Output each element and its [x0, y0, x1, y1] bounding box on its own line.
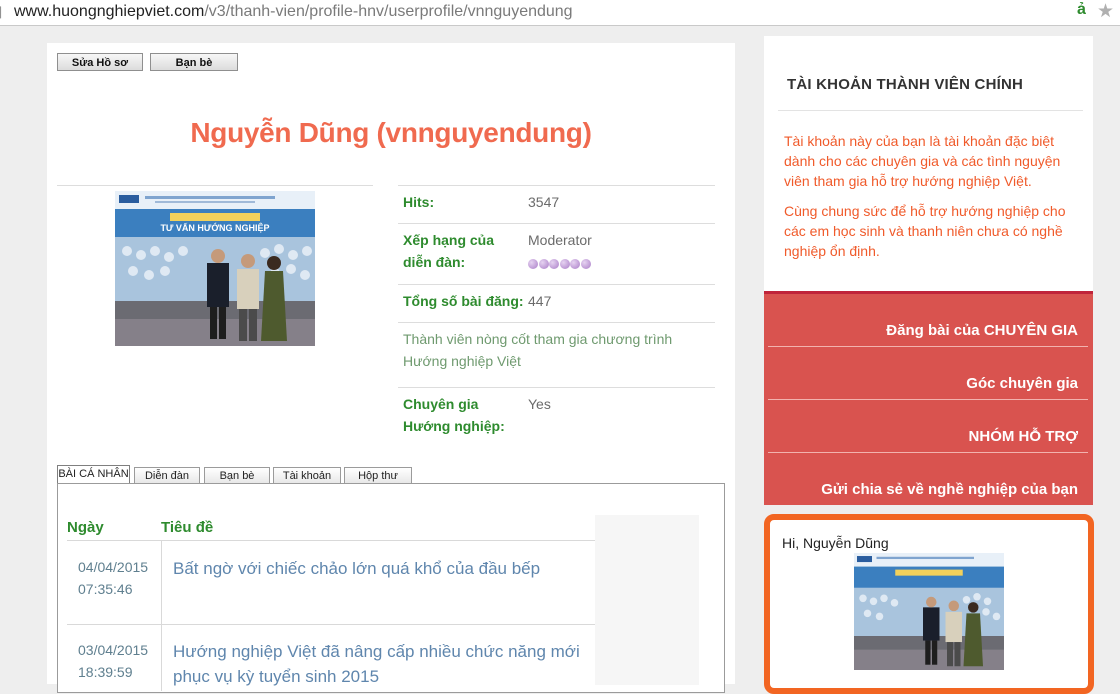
url-host: www.huongnghiepviet.com [14, 3, 205, 20]
divider [768, 346, 1088, 347]
post-title-link[interactable]: Bất ngờ với chiếc chảo lớn quá khổ của đ… [173, 556, 593, 581]
nav-expert-corner[interactable]: Góc chuyên gia [768, 375, 1088, 427]
rank-star-icon [580, 259, 591, 269]
info-row-description: Thành viên nòng cốt tham gia chương trìn… [398, 322, 715, 387]
divider [161, 541, 162, 691]
divider [67, 624, 595, 625]
nav-expert-posts[interactable]: Đăng bài của CHUYÊN GIA [768, 322, 1088, 374]
edit-profile-button[interactable]: Sửa Hồ sơ [57, 53, 143, 71]
tab-hop-thu[interactable]: Hộp thư [344, 467, 412, 483]
profile-panel: Sửa Hồ sơ Bạn bè Nguyễn Dũng (vnnguyendu… [47, 43, 735, 693]
rank-star-icon [549, 259, 559, 269]
posts-label: Tổng số bài đăng: [403, 293, 524, 309]
hits-value: 3547 [528, 194, 560, 210]
info-row-expert: Chuyên gia Hướng nghiệp: Yes [398, 387, 715, 448]
profile-info-table: Hits: 3547 Xếp hạng của diễn đàn: Modera… [398, 185, 715, 448]
nav-support-group[interactable]: NHÓM HỖ TRỢ [768, 428, 1088, 480]
column-header-title: Tiêu đề [161, 519, 214, 536]
divider [778, 110, 1083, 111]
profile-photo: TƯ VẤN HƯỚNG NGHIỆP [115, 191, 315, 346]
rank-star-icon [559, 259, 570, 269]
rank-label: Xếp hạng của diễn đàn: [403, 232, 495, 270]
photo-banner-text: TƯ VẤN HƯỚNG NGHIỆP [160, 222, 269, 233]
post-date: 04/04/2015 [78, 559, 149, 575]
sidebar-nav: Đăng bài của CHUYÊN GIA Góc chuyên gia N… [764, 291, 1093, 505]
member-account-box: TÀI KHOẢN THÀNH VIÊN CHÍNH Tài khoản này… [764, 36, 1093, 293]
info-row-posts: Tổng số bài đăng: 447 [398, 284, 715, 322]
rank-stars [528, 256, 591, 274]
info-row-rank: Xếp hạng của diễn đàn: Moderator [398, 223, 715, 284]
info-row-hits: Hits: 3547 [398, 185, 715, 223]
column-header-date: Ngày [67, 519, 104, 536]
url-path: /v3/thanh-vien/profile-hnv/userprofile/v… [204, 3, 573, 20]
hits-label: Hits: [403, 194, 435, 210]
sidebar-paragraph: Tài khoản này của bạn là tài khoản đặc b… [784, 133, 1061, 189]
expert-value: Yes [528, 396, 551, 412]
address-bar[interactable]: ⎸ www.huongnghiepviet.com/v3/thanh-vien/… [0, 0, 1120, 26]
expert-label: Chuyên gia Hướng nghiệp: [403, 396, 505, 434]
divider [768, 452, 1088, 453]
divider [768, 399, 1088, 400]
rank-star-icon [570, 259, 580, 269]
posts-value: 447 [528, 293, 552, 309]
url-text[interactable]: www.huongnghiepviet.com/v3/thanh-vien/pr… [14, 2, 573, 22]
member-description: Thành viên nòng cốt tham gia chương trìn… [403, 331, 673, 369]
user-avatar[interactable] [854, 553, 1004, 670]
divider [67, 540, 595, 541]
rank-star-icon [528, 259, 538, 269]
tab-tai-khoan[interactable]: Tài khoản [273, 467, 341, 483]
tab-dien-dan[interactable]: Diễn đàn [134, 467, 200, 483]
post-time: 18:39:59 [78, 664, 133, 680]
tab-ban-be[interactable]: Bạn bè [204, 467, 270, 483]
greeting-box: Hi, Nguyễn Dũng [764, 514, 1094, 694]
greeting-text: Hi, Nguyễn Dũng [782, 535, 889, 551]
tab-bai-ca-nhan[interactable]: BÀI CÁ NHÂN [57, 465, 130, 484]
friends-button[interactable]: Bạn bè [150, 53, 238, 71]
post-time: 07:35:46 [78, 581, 133, 597]
side-column [595, 515, 699, 685]
extension-icon[interactable]: ả [1077, 1, 1086, 19]
page-info-icon[interactable]: ⎸ [0, 5, 12, 19]
post-title-link[interactable]: Hướng nghiệp Việt đã nâng cấp nhiều chức… [173, 639, 593, 689]
divider [57, 185, 373, 186]
sidebar-paragraph: Cùng chung sức để hỗ trợ hướng nghiệp ch… [784, 203, 1066, 259]
post-date: 03/04/2015 [78, 642, 149, 658]
sidebar-heading: TÀI KHOẢN THÀNH VIÊN CHÍNH [787, 76, 1024, 93]
rank-value: Moderator [528, 232, 592, 248]
bookmark-star-icon[interactable]: ★ [1097, 0, 1114, 23]
page-title: Nguyễn Dũng (vnnguyendung) [190, 117, 592, 148]
rank-star-icon [538, 259, 549, 269]
